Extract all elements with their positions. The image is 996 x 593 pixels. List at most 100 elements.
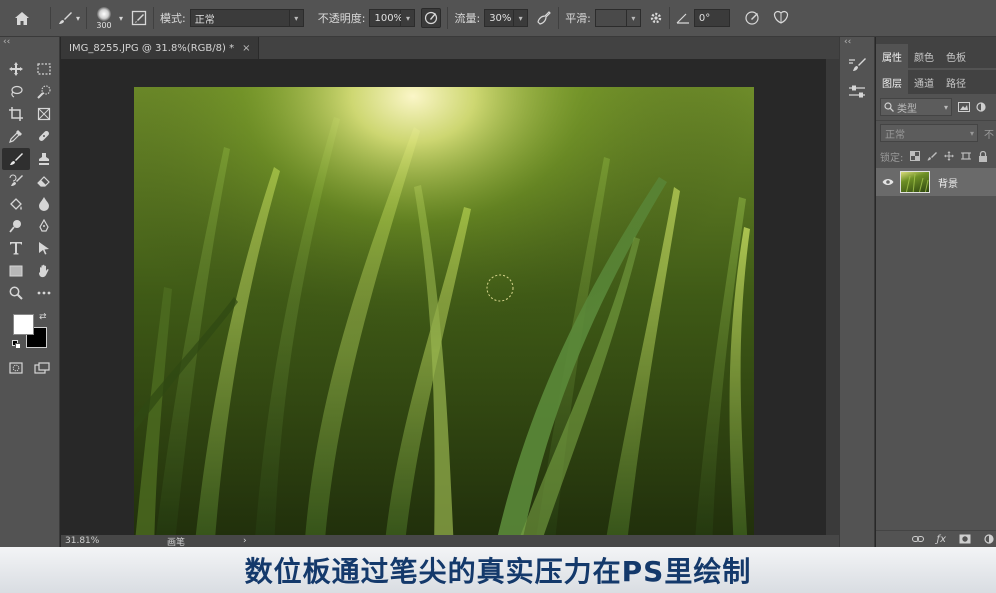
gear-icon[interactable] bbox=[649, 11, 663, 25]
opacity-dropdown[interactable]: ▾ bbox=[401, 9, 416, 27]
airbrush-icon[interactable] bbox=[536, 10, 552, 26]
tab-swatches[interactable]: 色板 bbox=[940, 44, 972, 68]
tab-color[interactable]: 颜色 bbox=[908, 44, 940, 68]
dodge-tool[interactable] bbox=[2, 215, 30, 237]
eye-icon[interactable] bbox=[876, 178, 900, 186]
rectangle-tool[interactable] bbox=[2, 260, 30, 282]
flow-input[interactable]: 30% bbox=[484, 9, 515, 27]
foreground-color-swatch[interactable] bbox=[13, 314, 34, 336]
swap-colors-icon[interactable]: ⇄ bbox=[39, 312, 47, 322]
zoom-tool[interactable] bbox=[2, 282, 30, 304]
layers-tab-bar: 图层 通道 路径 bbox=[876, 70, 996, 94]
brush-settings-panel-icon[interactable] bbox=[848, 57, 866, 73]
brush-tool[interactable] bbox=[2, 147, 30, 170]
layer-filter-select[interactable]: 类型 ▾ bbox=[880, 98, 952, 116]
frame-tool[interactable] bbox=[30, 103, 58, 125]
default-colors-icon[interactable] bbox=[12, 340, 21, 350]
divider bbox=[558, 7, 560, 29]
chevron-down-icon: ▾ bbox=[119, 13, 124, 23]
screen-mode-icon[interactable] bbox=[34, 362, 50, 374]
chevron-right-icon[interactable]: › bbox=[243, 536, 247, 546]
clone-stamp-tool[interactable] bbox=[30, 148, 58, 170]
brush-icon bbox=[57, 10, 73, 26]
hand-tool[interactable] bbox=[30, 260, 58, 282]
color-swatches: ⇄ bbox=[0, 310, 59, 358]
angle-input[interactable]: 0° bbox=[693, 9, 730, 27]
lock-label: 锁定: bbox=[880, 152, 904, 164]
collapse-panels-button[interactable] bbox=[876, 37, 996, 44]
adjustments-panel-icon[interactable] bbox=[848, 85, 866, 99]
photo-canvas[interactable] bbox=[134, 87, 754, 552]
layer-row[interactable]: 背景 bbox=[876, 168, 996, 196]
layer-name: 背景 bbox=[938, 178, 958, 190]
layer-thumbnail bbox=[900, 171, 930, 193]
status-bar: 31.81% 画笔 › bbox=[61, 535, 839, 548]
tab-channels[interactable]: 通道 bbox=[908, 70, 940, 94]
chevron-down-icon: ▾ bbox=[76, 13, 81, 23]
brush-settings-icon[interactable] bbox=[131, 10, 147, 26]
document-tab[interactable]: IMG_8255.JPG @ 31.8%(RGB/8) * × bbox=[61, 37, 260, 59]
panel-dock-strip: ‹‹ bbox=[839, 37, 875, 547]
crop-tool[interactable] bbox=[2, 103, 30, 125]
eraser-tool[interactable] bbox=[30, 170, 58, 192]
lock-artboard-icon[interactable] bbox=[961, 151, 972, 161]
more-tools-icon[interactable] bbox=[30, 282, 58, 304]
lock-pixels-icon[interactable] bbox=[927, 151, 938, 161]
right-panels: 属性 颜色 色板 图层 通道 路径 类型 ▾ 正常 ▾ 不 锁定: 背景 ƒx bbox=[876, 37, 996, 547]
pen-tool[interactable] bbox=[30, 215, 58, 237]
divider bbox=[668, 7, 670, 29]
history-brush-tool[interactable] bbox=[2, 170, 30, 192]
zoom-level[interactable]: 31.81% bbox=[65, 536, 105, 546]
opacity-input[interactable]: 100% bbox=[369, 9, 403, 27]
quick-mask-icon[interactable] bbox=[9, 362, 23, 374]
smoothing-dropdown[interactable]: ▾ bbox=[626, 9, 641, 27]
path-selection-tool[interactable] bbox=[30, 237, 58, 259]
close-icon[interactable]: × bbox=[242, 43, 250, 54]
adjustment-layer-icon[interactable] bbox=[984, 534, 994, 544]
image-filter-icon[interactable] bbox=[958, 102, 970, 112]
brush-preset-picker[interactable]: 300 ▾ bbox=[93, 0, 123, 36]
marquee-tool[interactable] bbox=[30, 58, 58, 80]
angle-icon bbox=[676, 12, 690, 24]
blend-mode-select[interactable]: 正常 ▾ bbox=[189, 9, 304, 27]
link-layers-icon[interactable] bbox=[911, 535, 924, 543]
mode-label: 模式: bbox=[160, 12, 186, 25]
tab-paths[interactable]: 路径 bbox=[940, 70, 972, 94]
collapse-toolbar-button[interactable]: ‹‹ bbox=[0, 37, 59, 49]
layer-blend-mode-value: 正常 bbox=[885, 129, 905, 141]
blur-tool[interactable] bbox=[30, 192, 58, 214]
brush-cursor bbox=[487, 275, 513, 301]
collapse-dock-button[interactable]: ‹‹ bbox=[840, 37, 874, 49]
adjustment-filter-icon[interactable] bbox=[976, 102, 986, 112]
vertical-scrollbar[interactable] bbox=[826, 59, 839, 535]
add-mask-icon[interactable] bbox=[959, 534, 971, 544]
tool-preset-picker[interactable]: ▾ bbox=[57, 0, 80, 36]
divider bbox=[86, 7, 88, 29]
chevron-down-icon: ▾ bbox=[289, 9, 304, 27]
paint-bucket-tool[interactable] bbox=[2, 192, 30, 214]
lock-position-icon[interactable] bbox=[944, 151, 955, 161]
tools-panel: ‹‹ ⇄ bbox=[0, 37, 60, 547]
healing-brush-tool[interactable] bbox=[30, 125, 58, 147]
pressure-opacity-icon[interactable] bbox=[421, 8, 442, 28]
divider bbox=[447, 7, 449, 29]
flow-dropdown[interactable]: ▾ bbox=[514, 9, 529, 27]
eyedropper-tool[interactable] bbox=[2, 125, 30, 147]
quick-selection-tool[interactable] bbox=[30, 80, 58, 102]
move-tool[interactable] bbox=[2, 58, 30, 80]
lock-all-icon[interactable] bbox=[978, 150, 988, 162]
tab-layers[interactable]: 图层 bbox=[876, 70, 908, 94]
symmetry-icon[interactable] bbox=[772, 10, 790, 26]
lock-transparency-icon[interactable] bbox=[910, 151, 921, 161]
type-tool[interactable] bbox=[2, 237, 30, 259]
pressure-size-icon[interactable] bbox=[744, 10, 760, 26]
tab-properties[interactable]: 属性 bbox=[876, 44, 908, 68]
home-icon[interactable] bbox=[14, 11, 30, 26]
layer-blend-mode-select[interactable]: 正常 ▾ bbox=[880, 124, 978, 142]
canvas-pasteboard[interactable] bbox=[61, 59, 826, 552]
layer-opacity-label: 不 bbox=[984, 129, 994, 141]
layer-effects-icon[interactable]: ƒx bbox=[937, 534, 946, 545]
document-tab-bar: IMG_8255.JPG @ 31.8%(RGB/8) * × bbox=[61, 37, 839, 59]
lasso-tool[interactable] bbox=[2, 80, 30, 102]
smoothing-input[interactable] bbox=[594, 9, 627, 27]
